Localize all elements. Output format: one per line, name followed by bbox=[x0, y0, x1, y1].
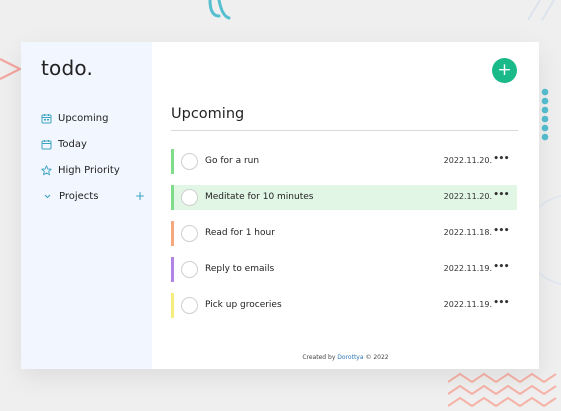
sidebar-item-high-priority[interactable]: High Priority bbox=[41, 162, 145, 178]
page-title: Upcoming bbox=[171, 106, 245, 122]
sidebar-nav: Upcoming Today High Priority Projects + bbox=[41, 110, 145, 214]
task-date: 2022.11.20. bbox=[443, 192, 492, 201]
task-checkbox[interactable] bbox=[181, 261, 198, 278]
decorative-zigzag bbox=[448, 372, 557, 408]
task-title: Meditate for 10 minutes bbox=[205, 192, 314, 202]
task-title: Reply to emails bbox=[205, 264, 275, 274]
more-options-icon[interactable]: ••• bbox=[493, 154, 509, 164]
more-options-icon[interactable]: ••• bbox=[493, 262, 509, 272]
task-checkbox[interactable] bbox=[181, 153, 198, 170]
priority-bar bbox=[171, 185, 174, 210]
task-row[interactable]: Reply to emails 2022.11.19. ••• bbox=[171, 257, 517, 282]
sidebar-item-today[interactable]: Today bbox=[41, 136, 145, 152]
decorative-arcs bbox=[208, 0, 231, 20]
sidebar: todo. Upcoming Today High Priority Proje… bbox=[21, 42, 152, 369]
calendar-blank-icon bbox=[41, 139, 52, 150]
task-list: Go for a run 2022.11.20. ••• Meditate fo… bbox=[171, 149, 517, 329]
app-logo: todo. bbox=[41, 56, 94, 80]
sidebar-item-projects[interactable]: Projects + bbox=[41, 188, 145, 204]
chevron-down-icon bbox=[42, 191, 53, 202]
task-checkbox[interactable] bbox=[181, 225, 198, 242]
task-title: Read for 1 hour bbox=[205, 228, 275, 238]
task-date: 2022.11.19. bbox=[443, 264, 492, 273]
star-icon bbox=[41, 164, 52, 176]
task-title: Go for a run bbox=[205, 156, 260, 166]
add-task-button[interactable]: + bbox=[492, 58, 517, 83]
footer-prefix: Created by bbox=[302, 354, 338, 361]
main-panel: + Upcoming Go for a run 2022.11.20. ••• … bbox=[152, 42, 539, 369]
task-row[interactable]: Go for a run 2022.11.20. ••• bbox=[171, 149, 517, 174]
priority-bar bbox=[171, 149, 174, 174]
task-date: 2022.11.18. bbox=[443, 228, 492, 237]
task-title: Pick up groceries bbox=[205, 300, 282, 310]
priority-bar bbox=[171, 257, 174, 282]
task-date: 2022.11.19. bbox=[443, 300, 492, 309]
title-divider bbox=[171, 130, 518, 131]
calendar-icon bbox=[41, 113, 52, 124]
sidebar-item-label: High Priority bbox=[58, 164, 120, 176]
task-row[interactable]: Pick up groceries 2022.11.19. ••• bbox=[171, 293, 517, 318]
more-options-icon[interactable]: ••• bbox=[493, 298, 509, 308]
task-row[interactable]: Read for 1 hour 2022.11.18. ••• bbox=[171, 221, 517, 246]
priority-bar bbox=[171, 293, 174, 318]
more-options-icon[interactable]: ••• bbox=[493, 190, 509, 200]
todo-app-card: todo. Upcoming Today High Priority Proje… bbox=[21, 42, 539, 369]
footer-suffix: © 2022 bbox=[363, 354, 389, 361]
sidebar-item-label: Upcoming bbox=[58, 112, 109, 124]
decorative-slashes bbox=[527, 0, 555, 21]
add-project-button[interactable]: + bbox=[135, 190, 145, 202]
task-checkbox[interactable] bbox=[181, 297, 198, 314]
priority-bar bbox=[171, 221, 174, 246]
footer-credit: Created by Dorottya © 2022 bbox=[152, 354, 539, 361]
author-link[interactable]: Dorottya bbox=[337, 354, 363, 361]
task-date: 2022.11.20. bbox=[443, 156, 492, 165]
task-checkbox[interactable] bbox=[181, 189, 198, 206]
sidebar-item-label: Today bbox=[58, 138, 87, 150]
sidebar-item-upcoming[interactable]: Upcoming bbox=[41, 110, 145, 126]
sidebar-item-label: Projects bbox=[59, 190, 99, 202]
task-row[interactable]: Meditate for 10 minutes 2022.11.20. ••• bbox=[171, 185, 517, 210]
more-options-icon[interactable]: ••• bbox=[493, 226, 509, 236]
decorative-dots bbox=[541, 88, 549, 141]
